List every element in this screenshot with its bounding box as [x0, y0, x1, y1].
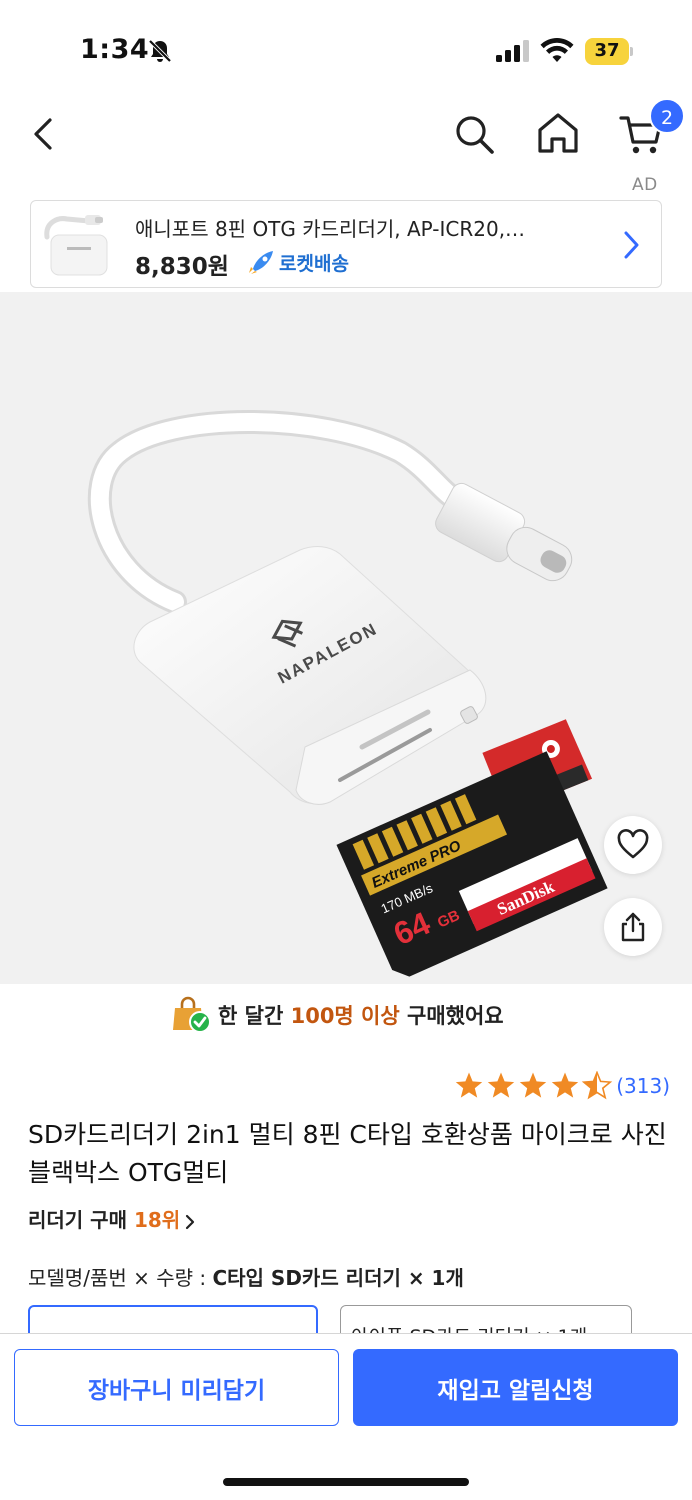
status-bar: 1:34 37	[0, 0, 692, 100]
bell-off-icon	[148, 39, 172, 63]
option-summary: 모델명/품번 × 수량 : C타입 SD카드 리더기 × 1개	[28, 1266, 464, 1290]
ad-price: 8,830원	[135, 254, 229, 280]
chevron-right-icon	[624, 231, 639, 259]
restock-alert-button[interactable]: 재입고 알림신청	[353, 1349, 678, 1426]
cart-count-badge: 2	[649, 98, 685, 134]
rank-value: 18위	[133, 1208, 181, 1232]
back-icon[interactable]	[24, 112, 64, 156]
wifi-icon	[540, 38, 574, 62]
purchase-count-text: 한 달간 100명 이상 구매했어요	[218, 1004, 504, 1028]
ad-title: 애니포트 8핀 OTG 카드리더기, AP-ICR20,…	[135, 217, 526, 241]
status-time: 1:34	[80, 34, 150, 65]
ad-product-thumbnail	[37, 207, 123, 283]
product-title: SD카드리더기 2in1 멀티 8핀 C타입 호환상품 마이크로 사진 블랙박스…	[28, 1120, 667, 1187]
rating[interactable]: (313)	[454, 1070, 670, 1102]
share-button[interactable]	[604, 898, 662, 956]
heart-icon	[617, 829, 649, 859]
star-rating-icon	[456, 1071, 612, 1099]
shopping-bag-check-icon	[173, 996, 211, 1033]
chevron-right-icon	[186, 1214, 195, 1229]
product-image[interactable]: NAPALEON Extreme PRO 170 MB/s 64 GB SanD…	[0, 292, 692, 984]
share-icon	[621, 912, 645, 942]
review-count[interactable]: (313)	[616, 1074, 670, 1098]
cellular-signal-icon	[496, 40, 529, 62]
home-indicator[interactable]	[223, 1478, 469, 1486]
product-photo: NAPALEON Extreme PRO 170 MB/s 64 GB SanD…	[87, 410, 608, 977]
ad-label: AD	[632, 175, 658, 195]
add-to-cart-button[interactable]: 장바구니 미리담기	[14, 1349, 339, 1426]
bottom-action-bar: 장바구니 미리담기 재입고 알림신청	[0, 1333, 692, 1500]
battery-icon: 37	[585, 38, 633, 65]
home-icon[interactable]	[535, 110, 581, 156]
battery-level: 37	[594, 40, 620, 61]
selected-option: C타입 SD카드 리더기 × 1개	[212, 1266, 464, 1290]
purchase-count-highlight: 100명 이상	[290, 1004, 400, 1028]
category-rank[interactable]: 리더기 구매 18위	[28, 1204, 196, 1233]
rocket-icon	[249, 251, 273, 274]
search-icon[interactable]	[452, 112, 496, 156]
rocket-delivery-label: 로켓배송	[279, 253, 349, 275]
purchase-count-banner: 한 달간 100명 이상 구매했어요	[0, 996, 692, 1036]
ad-banner[interactable]: 애니포트 8핀 OTG 카드리더기, AP-ICR20,… 8,830원 로켓배…	[30, 200, 662, 288]
wishlist-button[interactable]	[604, 816, 662, 874]
